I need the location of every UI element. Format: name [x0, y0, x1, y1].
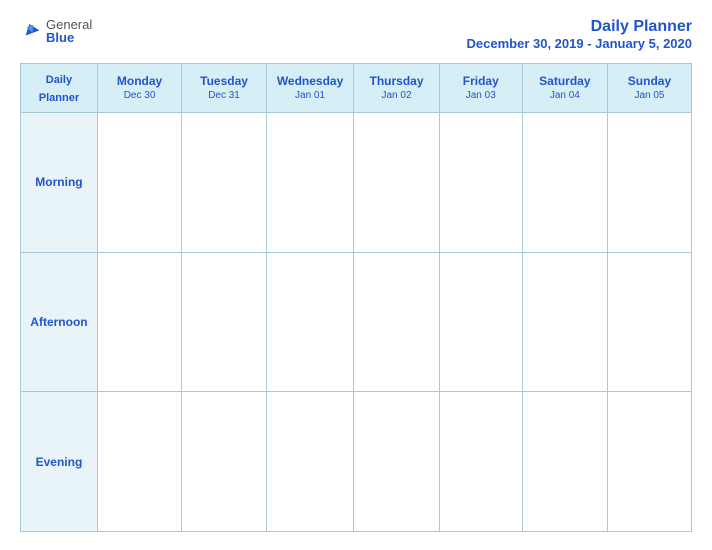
row-label-afternoon: Afternoon — [21, 252, 98, 392]
row-label-evening: Evening — [21, 392, 98, 532]
cell-afternoon-tuesday[interactable] — [182, 252, 267, 392]
table-row-evening: Evening — [21, 392, 692, 532]
row-label-morning: Morning — [21, 113, 98, 253]
cell-evening-friday[interactable] — [439, 392, 522, 532]
cell-afternoon-wednesday[interactable] — [266, 252, 353, 392]
col-header-tuesday: Tuesday Dec 31 — [182, 64, 267, 113]
page-subtitle: December 30, 2019 - January 5, 2020 — [467, 36, 692, 51]
logo-text: General Blue — [46, 18, 92, 44]
logo-blue-text: Blue — [46, 31, 92, 44]
col-header-monday: Monday Dec 30 — [97, 64, 181, 113]
table-row-afternoon: Afternoon — [21, 252, 692, 392]
col-header-saturday: Saturday Jan 04 — [522, 64, 607, 113]
cell-evening-wednesday[interactable] — [266, 392, 353, 532]
cell-evening-sunday[interactable] — [607, 392, 691, 532]
logo: General Blue — [20, 18, 92, 44]
col-header-thursday: Thursday Jan 02 — [354, 64, 440, 113]
page-header: General Blue Daily Planner December 30, … — [20, 18, 692, 51]
cell-evening-saturday[interactable] — [522, 392, 607, 532]
cell-morning-sunday[interactable] — [607, 113, 691, 253]
cell-morning-saturday[interactable] — [522, 113, 607, 253]
cell-morning-friday[interactable] — [439, 113, 522, 253]
table-row-morning: Morning — [21, 113, 692, 253]
cell-afternoon-monday[interactable] — [97, 252, 181, 392]
col-header-sunday: Sunday Jan 05 — [607, 64, 691, 113]
logo-bird-icon — [20, 20, 42, 42]
cell-morning-monday[interactable] — [97, 113, 181, 253]
col-header-friday: Friday Jan 03 — [439, 64, 522, 113]
title-block: Daily Planner December 30, 2019 - Januar… — [467, 18, 692, 51]
cell-morning-wednesday[interactable] — [266, 113, 353, 253]
cell-afternoon-sunday[interactable] — [607, 252, 691, 392]
cell-afternoon-friday[interactable] — [439, 252, 522, 392]
cell-evening-tuesday[interactable] — [182, 392, 267, 532]
cell-evening-monday[interactable] — [97, 392, 181, 532]
cell-afternoon-thursday[interactable] — [354, 252, 440, 392]
cell-afternoon-saturday[interactable] — [522, 252, 607, 392]
page-title: Daily Planner — [467, 18, 692, 36]
planner-table: DailyPlanner Monday Dec 30 Tuesday Dec 3… — [20, 63, 692, 532]
table-header-row: DailyPlanner Monday Dec 30 Tuesday Dec 3… — [21, 64, 692, 113]
cell-evening-thursday[interactable] — [354, 392, 440, 532]
cell-morning-thursday[interactable] — [354, 113, 440, 253]
daily-planner-header: DailyPlanner — [21, 64, 98, 113]
col-header-wednesday: Wednesday Jan 01 — [266, 64, 353, 113]
cell-morning-tuesday[interactable] — [182, 113, 267, 253]
